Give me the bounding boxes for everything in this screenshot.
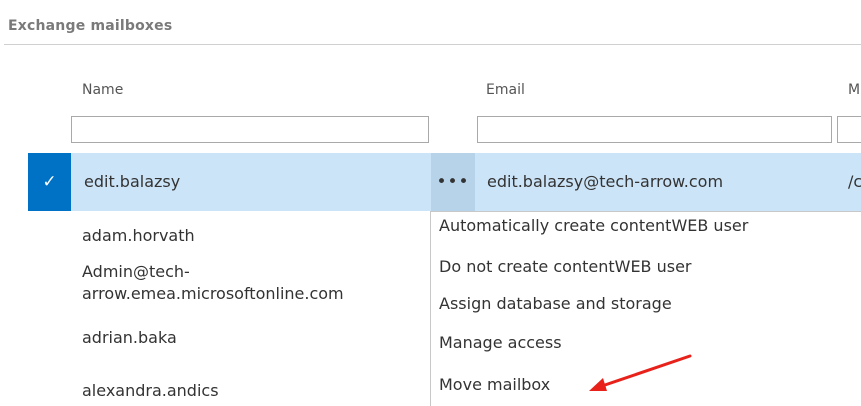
email-filter-input[interactable]: [477, 116, 832, 143]
section-title: Exchange mailboxes: [8, 18, 173, 34]
third-filter-input[interactable]: [837, 116, 861, 143]
checkmark-icon[interactable]: ✓: [28, 153, 71, 211]
menu-item-auto-create-user[interactable]: Automatically create contentWEB user: [439, 216, 748, 235]
row-name: edit.balazsy: [84, 172, 181, 191]
column-header-name[interactable]: Name: [82, 82, 123, 98]
table-row-name[interactable]: alexandra.andics: [82, 381, 219, 400]
more-options-icon[interactable]: •••: [431, 153, 475, 211]
menu-item-manage-access[interactable]: Manage access: [439, 333, 562, 352]
section-divider: [4, 44, 861, 45]
menu-item-move-mailbox[interactable]: Move mailbox: [439, 375, 550, 394]
table-row-name[interactable]: Admin@tech- arrow.emea.microsoftonline.c…: [82, 261, 344, 305]
menu-item-assign-database[interactable]: Assign database and storage: [439, 294, 672, 313]
column-header-partial[interactable]: M: [848, 82, 860, 98]
table-row-name[interactable]: adam.horvath: [82, 226, 195, 245]
row-name-line: Admin@tech-: [82, 262, 190, 281]
menu-item-no-create-user[interactable]: Do not create contentWEB user: [439, 257, 692, 276]
name-filter-input[interactable]: [71, 116, 429, 143]
row-name-line: arrow.emea.microsoftonline.com: [82, 284, 344, 303]
context-menu: Automatically create contentWEB user Do …: [430, 211, 861, 406]
table-row-name[interactable]: adrian.baka: [82, 328, 177, 347]
column-header-email[interactable]: Email: [486, 82, 525, 98]
row-third-value: /c: [848, 172, 861, 191]
row-email: edit.balazsy@tech-arrow.com: [487, 172, 724, 191]
